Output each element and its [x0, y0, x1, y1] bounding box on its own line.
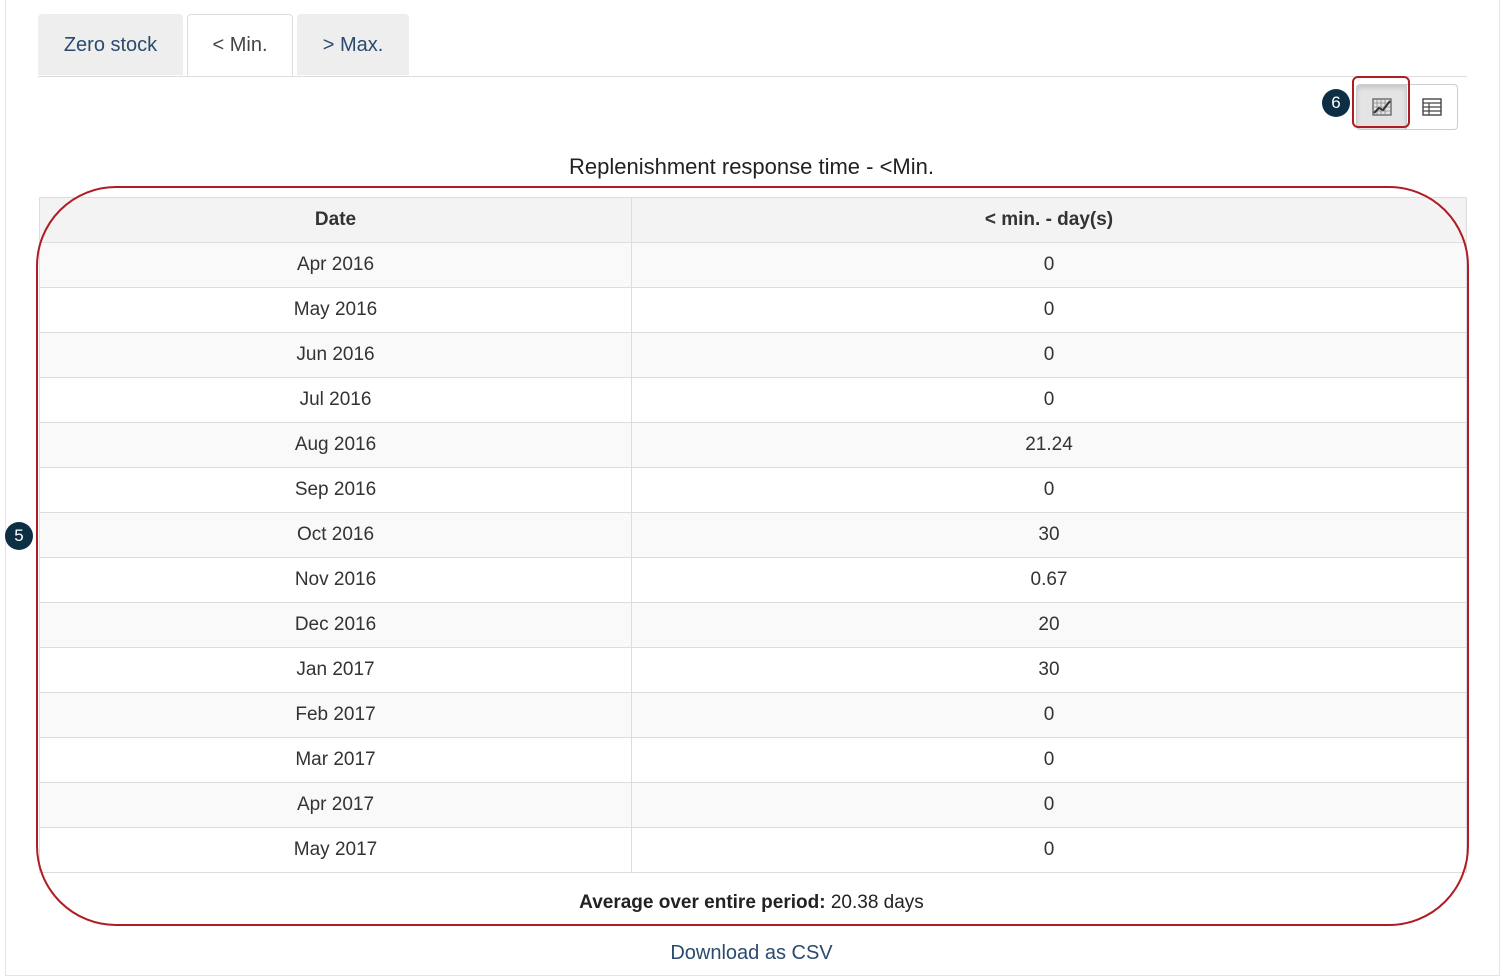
- cell-date: Mar 2017: [39, 737, 632, 783]
- cell-date: Dec 2016: [39, 602, 632, 648]
- tab-above-max[interactable]: > Max.: [297, 14, 409, 75]
- callout-marker-5: 5: [5, 522, 33, 550]
- cell-date: Jan 2017: [39, 647, 632, 693]
- cell-min-days: 30: [631, 512, 1467, 558]
- cell-date: Nov 2016: [39, 557, 632, 603]
- tab-bar: Zero stock < Min. > Max.: [38, 14, 1467, 77]
- cell-date: Apr 2017: [39, 782, 632, 828]
- cell-date: Oct 2016: [39, 512, 632, 558]
- average-summary: Average over entire period: 20.38 days: [0, 892, 1503, 914]
- tab-below-min[interactable]: < Min.: [187, 14, 293, 76]
- table-row: Nov 2016 0.67: [39, 557, 1467, 603]
- table-row: Apr 2017 0: [39, 782, 1467, 828]
- cell-date: Jun 2016: [39, 332, 632, 378]
- table-row: May 2017 0: [39, 827, 1467, 873]
- chart-view-button[interactable]: [1356, 84, 1407, 130]
- table-row: Sep 2016 0: [39, 467, 1467, 513]
- table-row: Jan 2017 30: [39, 647, 1467, 693]
- table-header-row: Date < min. - day(s): [39, 197, 1467, 243]
- table-row: Apr 2016 0: [39, 242, 1467, 288]
- table-row: Oct 2016 30: [39, 512, 1467, 558]
- cell-min-days: 0: [631, 782, 1467, 828]
- cell-min-days: 0: [631, 242, 1467, 288]
- average-label: Average over entire period:: [579, 892, 826, 913]
- tab-zero-stock[interactable]: Zero stock: [38, 14, 183, 75]
- download-csv-link[interactable]: Download as CSV: [0, 942, 1503, 965]
- cell-min-days: 0: [631, 332, 1467, 378]
- column-header-min-days: < min. - day(s): [631, 197, 1467, 243]
- cell-date: Aug 2016: [39, 422, 632, 468]
- cell-min-days: 0: [631, 737, 1467, 783]
- table-view-button[interactable]: [1407, 84, 1458, 130]
- cell-min-days: 0: [631, 287, 1467, 333]
- table-row: Mar 2017 0: [39, 737, 1467, 783]
- cell-date: Sep 2016: [39, 467, 632, 513]
- table-row: Jul 2016 0: [39, 377, 1467, 423]
- cell-min-days: 0: [631, 692, 1467, 738]
- cell-date: Apr 2016: [39, 242, 632, 288]
- cell-date: May 2016: [39, 287, 632, 333]
- average-value: 20.38 days: [830, 892, 924, 913]
- cell-min-days: 30: [631, 647, 1467, 693]
- chart-icon: [1371, 98, 1392, 116]
- table-row: May 2016 0: [39, 287, 1467, 333]
- cell-min-days: 0: [631, 377, 1467, 423]
- table-row: Jun 2016 0: [39, 332, 1467, 378]
- table-row: Aug 2016 21.24: [39, 422, 1467, 468]
- table-row: Feb 2017 0: [39, 692, 1467, 738]
- cell-min-days: 21.24: [631, 422, 1467, 468]
- column-header-date: Date: [39, 197, 632, 243]
- cell-min-days: 0.67: [631, 557, 1467, 603]
- cell-min-days: 20: [631, 602, 1467, 648]
- table-icon: [1422, 98, 1442, 116]
- page-title: Replenishment response time - <Min.: [569, 154, 934, 179]
- cell-date: May 2017: [39, 827, 632, 873]
- cell-date: Jul 2016: [39, 377, 632, 423]
- view-toggle: [1356, 84, 1458, 130]
- table-row: Dec 2016 20: [39, 602, 1467, 648]
- cell-min-days: 0: [631, 467, 1467, 513]
- cell-date: Feb 2017: [39, 692, 632, 738]
- callout-marker-6: 6: [1322, 89, 1350, 117]
- cell-min-days: 0: [631, 827, 1467, 873]
- data-table: Date < min. - day(s) Apr 2016 0 May 2016 0 J…: [39, 197, 1467, 873]
